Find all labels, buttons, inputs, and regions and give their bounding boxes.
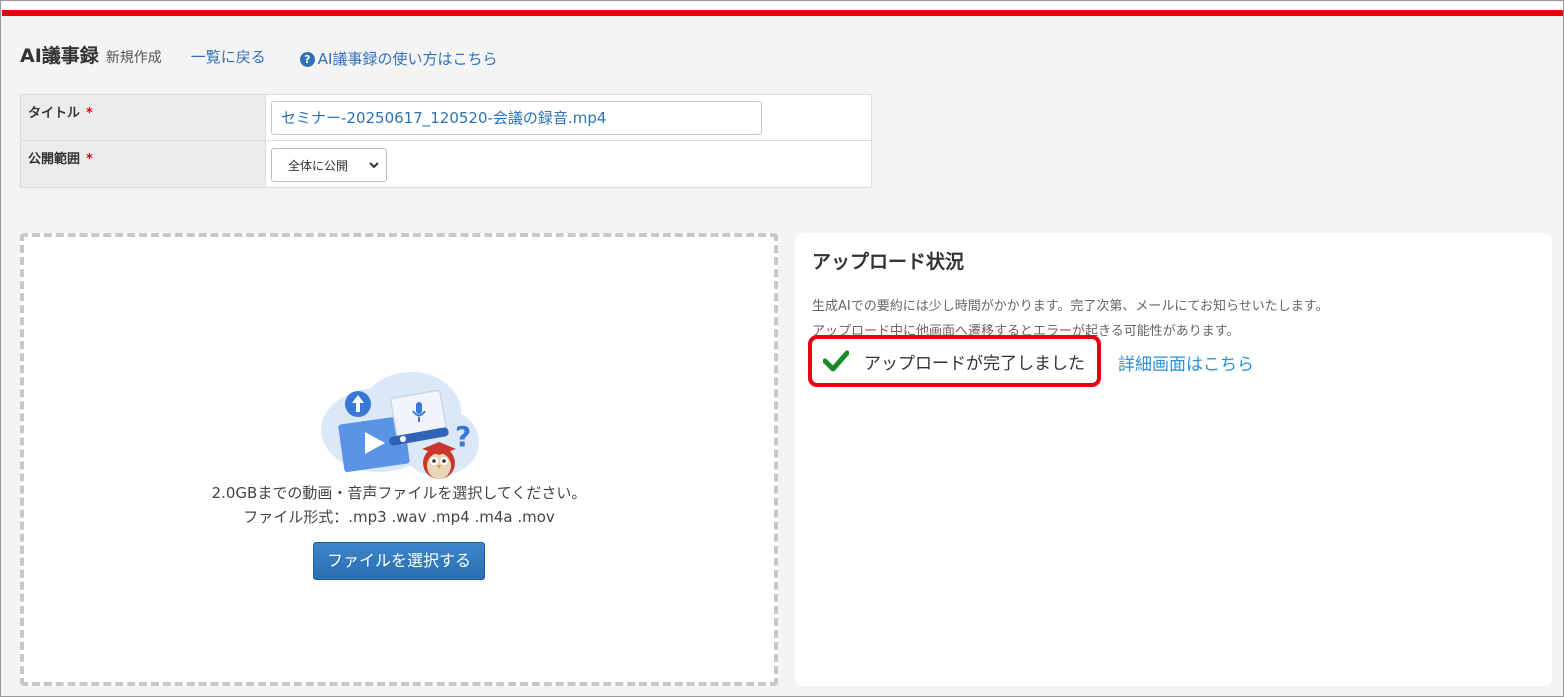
meta-form: タイトル * セミナー-20250617_120520-会議の録音.mp4 公開範…	[20, 94, 872, 188]
svg-text:?: ?	[455, 420, 471, 453]
visibility-select[interactable]: 全体に公開	[271, 148, 387, 182]
page-header: AI議事録 新規作成 一覧に戻る ? AI議事録の使い方はこちら	[20, 41, 497, 69]
title-label: タイトル *	[21, 95, 266, 140]
help-link-label: AI議事録の使い方はこちら	[317, 50, 498, 68]
upload-complete-message: アップロードが完了しました	[808, 335, 1101, 387]
required-mark: *	[86, 106, 93, 121]
title-label-text: タイトル	[28, 106, 81, 121]
question-circle-icon: ?	[299, 52, 315, 67]
file-drop-zone[interactable]: ? 2.0GBまでの動画・音声ファイルを選択してください。 ファイル形式：.mp…	[20, 233, 778, 686]
title-input[interactable]: セミナー-20250617_120520-会議の録音.mp4	[271, 101, 762, 135]
app-window: AI議事録 新規作成 一覧に戻る ? AI議事録の使い方はこちら タイトル * セ…	[0, 0, 1564, 697]
required-mark: *	[86, 152, 93, 167]
back-to-list-link[interactable]: 一覧に戻る	[191, 46, 266, 67]
upload-illustration-icon: ?	[321, 372, 479, 479]
form-row-visibility: 公開範囲 * 全体に公開	[21, 141, 871, 187]
chevron-down-icon	[369, 162, 379, 169]
visibility-value-cell: 全体に公開	[266, 141, 871, 187]
select-file-button[interactable]: ファイルを選択する	[313, 542, 485, 580]
help-link[interactable]: ? AI議事録の使い方はこちら	[299, 48, 498, 69]
upload-instruction: 2.0GBまでの動画・音声ファイルを選択してください。	[211, 484, 587, 502]
detail-page-link[interactable]: 詳細画面はこちら	[1118, 350, 1254, 375]
complete-text: アップロードが完了しました	[864, 353, 1085, 374]
top-spacer	[2, 2, 1563, 10]
page-title: AI議事録	[20, 45, 99, 67]
visibility-label-text: 公開範囲	[28, 152, 81, 167]
title-value-cell: セミナー-20250617_120520-会議の録音.mp4	[266, 95, 871, 140]
upload-formats: ファイル形式：.mp3 .wav .mp4 .m4a .mov	[243, 508, 555, 526]
status-note-summary: 生成AIでの要約には少し時間がかかります。完了次第、メールにてお知らせいたします…	[812, 299, 1329, 314]
check-icon	[823, 350, 849, 372]
upload-status-panel: アップロード状況 生成AIでの要約には少し時間がかかります。完了次第、メールにて…	[795, 233, 1552, 686]
brand-top-bar	[2, 10, 1563, 16]
visibility-select-value: 全体に公開	[288, 158, 349, 173]
visibility-label: 公開範囲 *	[21, 141, 266, 187]
page-subtitle: 新規作成	[105, 50, 162, 66]
status-title: アップロード状況	[812, 251, 965, 273]
form-row-title: タイトル * セミナー-20250617_120520-会議の録音.mp4	[21, 95, 871, 141]
